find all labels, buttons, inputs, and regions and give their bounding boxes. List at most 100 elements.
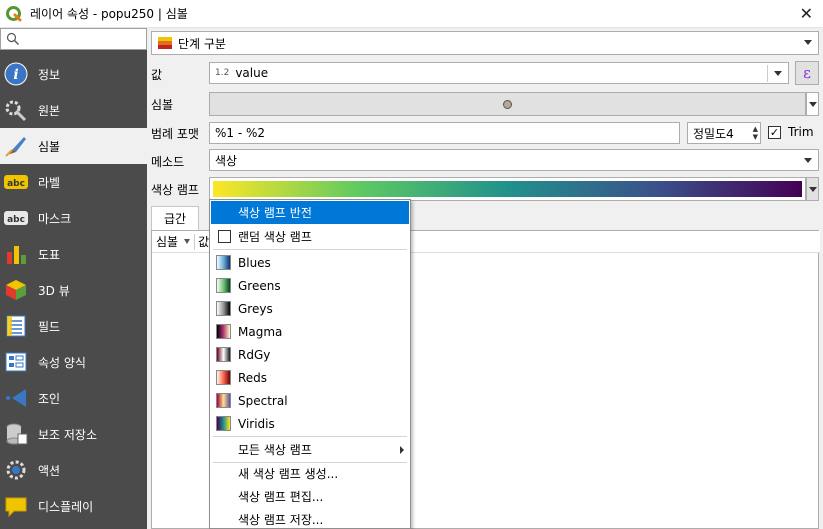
menu-item-label: 색상 램프 반전 <box>238 206 312 220</box>
menu-item-label: RdGy <box>238 347 271 362</box>
sidebar-item-mask[interactable]: abc 마스크 <box>0 200 147 236</box>
fields-icon <box>3 313 29 339</box>
precision-spinbox[interactable]: 정밀도4 ▲ ▼ <box>687 122 761 144</box>
menu-separator <box>213 249 407 250</box>
method-label: 메소드 <box>151 155 185 169</box>
info-icon: i <box>3 61 29 87</box>
menu-item-all-ramps[interactable]: 모든 색상 램프 <box>211 438 409 461</box>
sidebar-item-label: 정보 <box>38 67 61 82</box>
symbology-brush-icon <box>3 133 29 159</box>
sidebar-item-label: 3D 뷰 <box>38 283 70 298</box>
sidebar-item-label: 마스크 <box>38 211 72 226</box>
renderer-type-label: 단계 구분 <box>178 36 226 51</box>
menu-separator <box>213 436 407 437</box>
graduated-renderer-icon <box>158 37 172 49</box>
symbol-menu-button[interactable] <box>806 92 819 116</box>
display-tooltip-icon <box>3 493 29 519</box>
sidebar-item-label: 디스플레이 <box>38 499 94 514</box>
submenu-arrow-icon <box>400 446 404 454</box>
precision-value: 정밀도4 <box>693 126 734 141</box>
menu-item-label: 새 색상 램프 생성... <box>238 467 339 481</box>
trim-label: Trim <box>788 125 814 139</box>
tab-classes[interactable]: 급간 <box>151 206 199 230</box>
sidebar-item-label: 필드 <box>38 319 61 334</box>
sidebar-item-joins[interactable]: 조인 <box>0 380 147 416</box>
menu-item-ramp-greys[interactable]: Greys <box>211 297 409 320</box>
sidebar-item-label: 심볼 <box>38 139 61 154</box>
ramp-swatch-icon <box>216 416 231 431</box>
numeric-field-badge: 1.2 <box>215 68 230 78</box>
ramp-swatch-icon <box>216 278 231 293</box>
sidebar-item-3dview[interactable]: 3D 뷰 <box>0 272 147 308</box>
tab-label: 급간 <box>163 212 187 226</box>
spin-arrows-icon[interactable]: ▲ ▼ <box>753 125 758 141</box>
menu-item-label: 모든 색상 램프 <box>238 443 312 457</box>
svg-text:abc: abc <box>7 179 25 189</box>
sidebar-item-attributes-form[interactable]: 속성 양식 <box>0 344 147 380</box>
attributes-form-icon <box>3 349 29 375</box>
chevron-down-icon <box>774 71 782 76</box>
value-field-select[interactable]: 1.2 value <box>209 62 789 84</box>
combo-divider <box>767 65 768 82</box>
trim-checkbox[interactable]: ✓ <box>768 126 781 139</box>
svg-text:abc: abc <box>7 215 25 225</box>
sidebar-item-actions[interactable]: 액션 <box>0 452 147 488</box>
menu-item-ramp-viridis[interactable]: Viridis <box>211 412 409 435</box>
3d-cube-icon <box>3 277 29 303</box>
menu-item-ramp-spectral[interactable]: Spectral <box>211 389 409 412</box>
method-value: 색상 <box>215 153 238 168</box>
menu-item-save-ramp[interactable]: 색상 램프 저장... <box>211 508 409 529</box>
color-ramp-label: 색상 램프 <box>151 183 199 197</box>
sidebar-item-display[interactable]: 디스플레이 <box>0 488 147 524</box>
column-divider <box>194 233 196 250</box>
symbol-label: 심볼 <box>151 98 174 112</box>
menu-item-label: Blues <box>238 255 271 270</box>
color-ramp-menu-button[interactable] <box>806 177 819 201</box>
menu-item-ramp-reds[interactable]: Reds <box>211 366 409 389</box>
menu-item-ramp-greens[interactable]: Greens <box>211 274 409 297</box>
sidebar-search-input[interactable] <box>0 28 147 50</box>
expression-button[interactable]: ε <box>795 61 819 85</box>
sidebar-item-diagrams[interactable]: 도표 <box>0 236 147 272</box>
color-ramp-button[interactable] <box>209 177 806 201</box>
method-select[interactable]: 색상 <box>209 149 819 171</box>
sidebar-item-symbology[interactable]: 심볼 <box>0 128 147 164</box>
menu-item-random-ramp[interactable]: 랜덤 색상 램프 <box>211 225 409 248</box>
checkbox-icon[interactable] <box>218 230 231 243</box>
menu-item-label: Viridis <box>238 416 275 431</box>
menu-item-label: Greens <box>238 278 281 293</box>
close-icon[interactable]: ✕ <box>800 4 813 23</box>
menu-item-edit-ramp[interactable]: 색상 램프 편집... <box>211 485 409 508</box>
symbol-button[interactable] <box>209 92 806 116</box>
sidebar-item-label: 보조 저장소 <box>38 427 98 442</box>
menu-item-label: Spectral <box>238 393 288 408</box>
menu-item-label: 색상 램프 편집... <box>238 490 324 504</box>
ramp-swatch-icon <box>216 255 231 270</box>
ramp-swatch-icon <box>216 370 231 385</box>
menu-item-ramp-rdgy[interactable]: RdGy <box>211 343 409 366</box>
column-header-symbol[interactable]: 심볼 <box>156 233 178 250</box>
menu-item-label: 색상 램프 저장... <box>238 513 324 527</box>
sidebar-item-info[interactable]: i 정보 <box>0 56 147 92</box>
ramp-swatch-icon <box>216 347 231 362</box>
column-header-values[interactable]: 값 <box>198 233 209 250</box>
legend-format-label: 범례 포맷 <box>151 127 199 141</box>
sidebar: i 정보 원본 심볼 abc 라벨 abc 마스크 도표 3D 뷰 필드 속성 … <box>0 28 147 529</box>
legend-format-input[interactable]: %1 - %2 <box>209 122 680 144</box>
join-icon <box>3 385 29 411</box>
menu-item-invert-ramp[interactable]: 색상 램프 반전 <box>211 201 409 224</box>
sidebar-item-source[interactable]: 원본 <box>0 92 147 128</box>
renderer-type-select[interactable]: 단계 구분 <box>151 31 819 55</box>
color-ramp-preview <box>213 181 802 197</box>
menu-item-ramp-blues[interactable]: Blues <box>211 251 409 274</box>
sidebar-item-labels[interactable]: abc 라벨 <box>0 164 147 200</box>
menu-item-create-ramp[interactable]: 새 색상 램프 생성... <box>211 462 409 485</box>
sidebar-item-fields[interactable]: 필드 <box>0 308 147 344</box>
sidebar-item-label: 도표 <box>38 247 61 262</box>
menu-item-ramp-magma[interactable]: Magma <box>211 320 409 343</box>
sidebar-item-auxiliary-storage[interactable]: 보조 저장소 <box>0 416 147 452</box>
window-title: 레이어 속성 - popu250 | 심볼 <box>30 7 188 21</box>
legend-format-value: %1 - %2 <box>215 126 266 140</box>
qgis-logo-icon <box>6 5 22 22</box>
svg-text:i: i <box>13 67 18 83</box>
